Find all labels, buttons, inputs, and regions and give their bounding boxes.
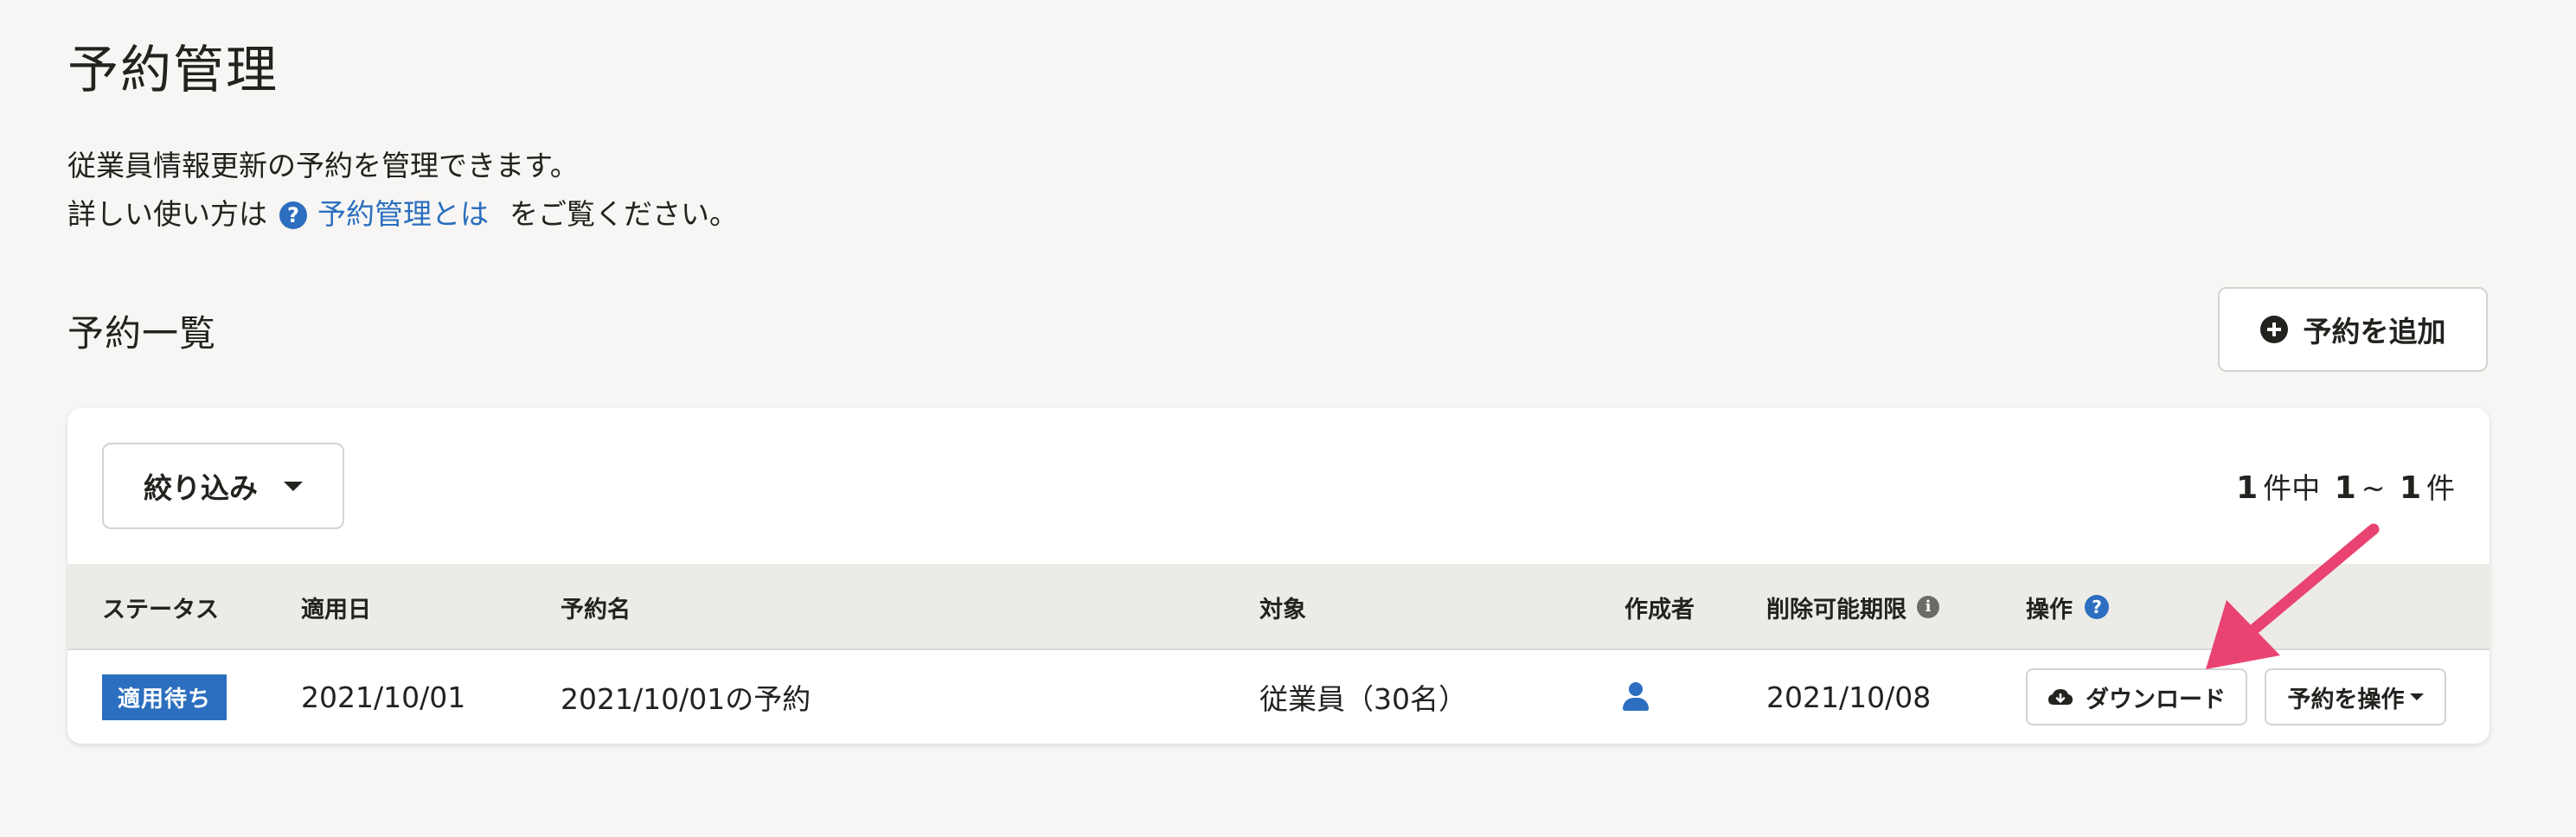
info-icon[interactable]: i [1917,596,1939,618]
header-actions-label: 操作 [2026,596,2073,623]
total-count: 1 [2236,470,2259,506]
total-unit: 件中 [2263,471,2321,505]
range-separator: ~ [2361,471,2386,505]
cell-deletable-until: 2021/10/08 [1766,680,1932,714]
caret-down-icon [284,481,303,491]
page-title: 予約管理 [67,40,279,99]
add-reservation-button[interactable]: 予約を追加 [2218,287,2488,372]
operate-reservation-button[interactable]: 予約を操作 [2265,668,2446,725]
table-header: ステータス 適用日 予約名 対象 作成者 削除可能期限 i 操作 ? [67,564,2489,650]
filter-button[interactable]: 絞り込み [102,443,344,529]
section-title: 予約一覧 [67,312,217,355]
pagination-count: 1 件中 1 ~ 1件 [2231,465,2455,507]
cell-status: 適用待ち [102,650,227,744]
header-status: ステータス [102,596,219,623]
cell-name: 2021/10/01の予約 [561,682,811,716]
page-description: 従業員情報更新の予約を管理できます。 詳しい使い方は? 予約管理とは をご覧ください… [67,142,738,239]
description-line-1: 従業員情報更新の予約を管理できます。 [67,149,579,182]
person-icon[interactable] [1621,682,1650,712]
header-target: 対象 [1259,596,1306,623]
status-badge: 適用待ち [102,674,227,720]
cell-apply-date: 2021/10/01 [301,680,466,714]
download-label: ダウンロード [2086,686,2226,713]
table-row: 適用待ち 2021/10/01 2021/10/01の予約 従業員（30名） 2… [67,650,2489,744]
description-line-2: 詳しい使い方は? 予約管理とは をご覧ください。 [67,190,738,239]
description-suffix: をご覧ください。 [509,197,738,231]
question-circle-icon[interactable]: ? [2085,595,2109,619]
header-actions: 操作 ? [2026,564,2109,650]
annotation-arrow-icon [2206,523,2380,669]
help-link[interactable]: 予約管理とは [317,197,489,231]
header-deletable-until: 削除可能期限 i [1766,564,1939,650]
download-button[interactable]: ダウンロード [2026,668,2247,725]
add-reservation-label: 予約を追加 [2303,315,2446,348]
header-apply-date: 適用日 [301,596,371,623]
range-start: 1 [2334,470,2356,506]
question-circle-icon: ? [279,201,307,229]
reservation-list-card: 絞り込み 1 件中 1 ~ 1件 ステータス 適用日 予約名 対象 作成者 削除可能… [67,408,2489,744]
cell-target: 従業員（30名） [1259,682,1467,716]
filter-label: 絞り込み [144,471,258,505]
cell-creator [1621,650,1650,744]
range-end: 1 [2399,470,2421,506]
header-deletable-until-label: 削除可能期限 [1766,596,1906,623]
header-name: 予約名 [561,596,631,623]
cloud-download-icon [2048,689,2073,705]
plus-circle-icon [2259,316,2288,343]
header-creator: 作成者 [1624,596,1695,623]
operate-reservation-label: 予約を操作 [2287,686,2405,713]
description-prefix: 詳しい使い方は [67,197,267,231]
caret-down-icon [2409,693,2424,700]
range-unit: 件 [2426,471,2455,505]
